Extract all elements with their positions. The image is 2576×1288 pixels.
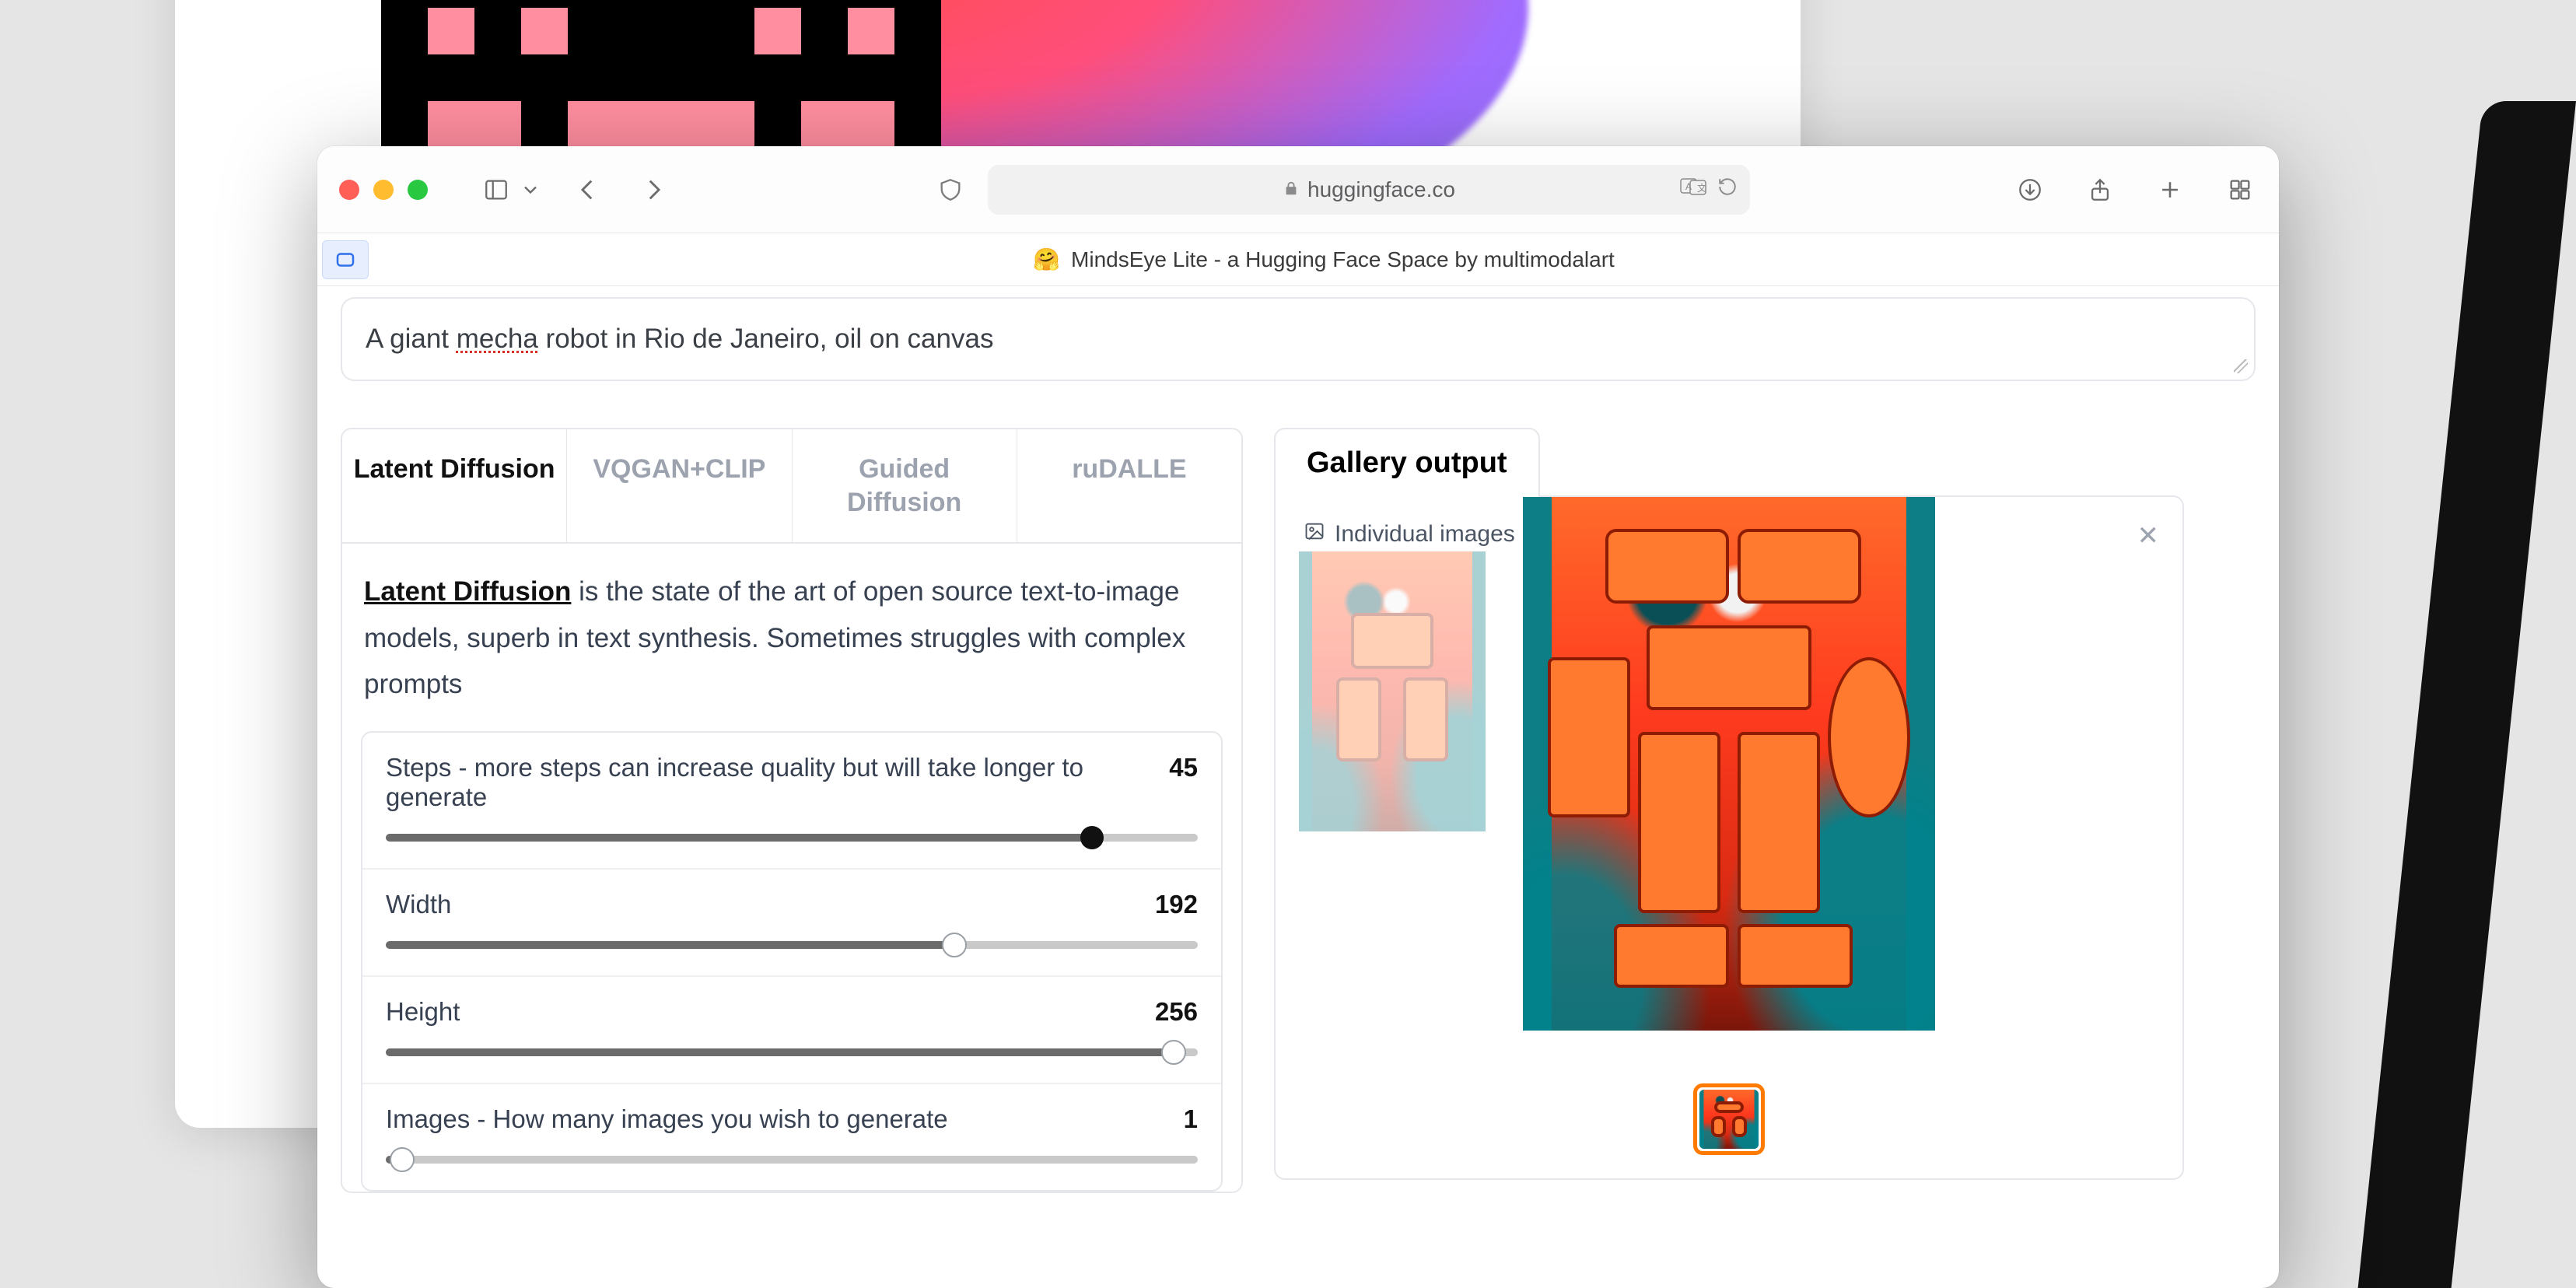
tab-rudalle[interactable]: ruDALLE [1017, 429, 1241, 542]
address-host: huggingface.co [1307, 177, 1455, 202]
tab-guided-diffusion[interactable]: Guided Diffusion [793, 429, 1017, 542]
slider-label: Height [386, 997, 460, 1027]
extension-icon[interactable] [322, 240, 369, 279]
sidebar-menu-chevron[interactable] [520, 173, 541, 207]
gallery-badge[interactable]: Individual images [1299, 517, 1520, 551]
tab-vqgan-clip[interactable]: VQGAN+CLIP [567, 429, 792, 542]
address-bar[interactable]: huggingface.co A文 [988, 165, 1750, 215]
model-description-link[interactable]: Latent Diffusion [364, 576, 571, 607]
slider-value: 192 [1155, 890, 1198, 919]
background-dark-edge [2358, 101, 2576, 1288]
back-button[interactable] [571, 173, 605, 207]
slider-images: Images - How many images you wish to gen… [362, 1084, 1221, 1190]
favicon-emoji: 🤗 [1033, 247, 1060, 272]
sidebar-toggle-button[interactable] [479, 173, 513, 207]
gallery-close-button[interactable]: ✕ [2137, 520, 2160, 551]
slider-track-width[interactable] [386, 941, 1198, 949]
slider-height: Height 256 [362, 977, 1221, 1084]
close-window-button[interactable] [339, 180, 359, 200]
tab-latent-diffusion[interactable]: Latent Diffusion [342, 429, 567, 542]
titlebar: huggingface.co A文 [317, 146, 2279, 233]
share-button[interactable] [2083, 173, 2117, 207]
gallery-thumbnail-selected[interactable] [1693, 1083, 1765, 1155]
model-description: Latent Diffusion is the state of the art… [361, 562, 1223, 731]
privacy-shield-button[interactable] [933, 173, 968, 207]
gallery-image-faded[interactable] [1299, 551, 1486, 831]
model-panel: Latent Diffusion is the state of the art… [341, 544, 1243, 1193]
gallery-tab[interactable]: Gallery output [1274, 428, 1540, 497]
prompt-container: A giant mecha robot in Rio de Janeiro, o… [341, 297, 2256, 381]
textarea-resize-handle[interactable] [2234, 359, 2248, 373]
lock-icon [1283, 177, 1300, 202]
slider-track-images[interactable] [386, 1156, 1198, 1164]
slider-track-height[interactable] [386, 1048, 1198, 1056]
reload-button[interactable] [1717, 177, 1738, 202]
slider-value: 1 [1184, 1104, 1198, 1134]
gallery-thumbnails [1693, 1083, 1765, 1155]
model-tabs: Latent Diffusion VQGAN+CLIP Guided Diffu… [341, 428, 1243, 542]
gallery-panel: Individual images ✕ [1274, 495, 2184, 1180]
slider-group: Steps - more steps can increase quality … [361, 731, 1223, 1192]
slider-value: 256 [1155, 997, 1198, 1027]
tab-overview-button[interactable] [2223, 173, 2257, 207]
slider-track-steps[interactable] [386, 834, 1198, 842]
fullscreen-window-button[interactable] [408, 180, 428, 200]
tab-title[interactable]: 🤗 MindsEye Lite - a Hugging Face Space b… [369, 247, 2279, 272]
window-controls [339, 180, 428, 200]
slider-width: Width 192 [362, 870, 1221, 977]
new-tab-button[interactable] [2153, 173, 2187, 207]
spellcheck-word: mecha [457, 324, 538, 354]
slider-label: Width [386, 890, 451, 919]
slider-label: Steps - more steps can increase quality … [386, 753, 1138, 812]
page-content: A giant mecha robot in Rio de Janeiro, o… [317, 286, 2279, 1193]
slider-label: Images - How many images you wish to gen… [386, 1104, 948, 1134]
prompt-input[interactable]: A giant mecha robot in Rio de Janeiro, o… [347, 313, 2249, 366]
svg-text:A: A [1685, 181, 1692, 192]
tab-bar: 🤗 MindsEye Lite - a Hugging Face Space b… [317, 233, 2279, 286]
browser-window: huggingface.co A文 [317, 146, 2279, 1288]
slider-steps: Steps - more steps can increase quality … [362, 733, 1221, 870]
minimize-window-button[interactable] [373, 180, 394, 200]
downloads-button[interactable] [2013, 173, 2047, 207]
reader-translate-icon[interactable]: A文 [1680, 177, 1706, 202]
svg-text:文: 文 [1697, 182, 1706, 194]
gallery-image-main[interactable] [1523, 497, 1935, 1031]
forward-button[interactable] [636, 173, 670, 207]
image-icon [1304, 520, 1325, 548]
slider-value: 45 [1169, 753, 1198, 782]
